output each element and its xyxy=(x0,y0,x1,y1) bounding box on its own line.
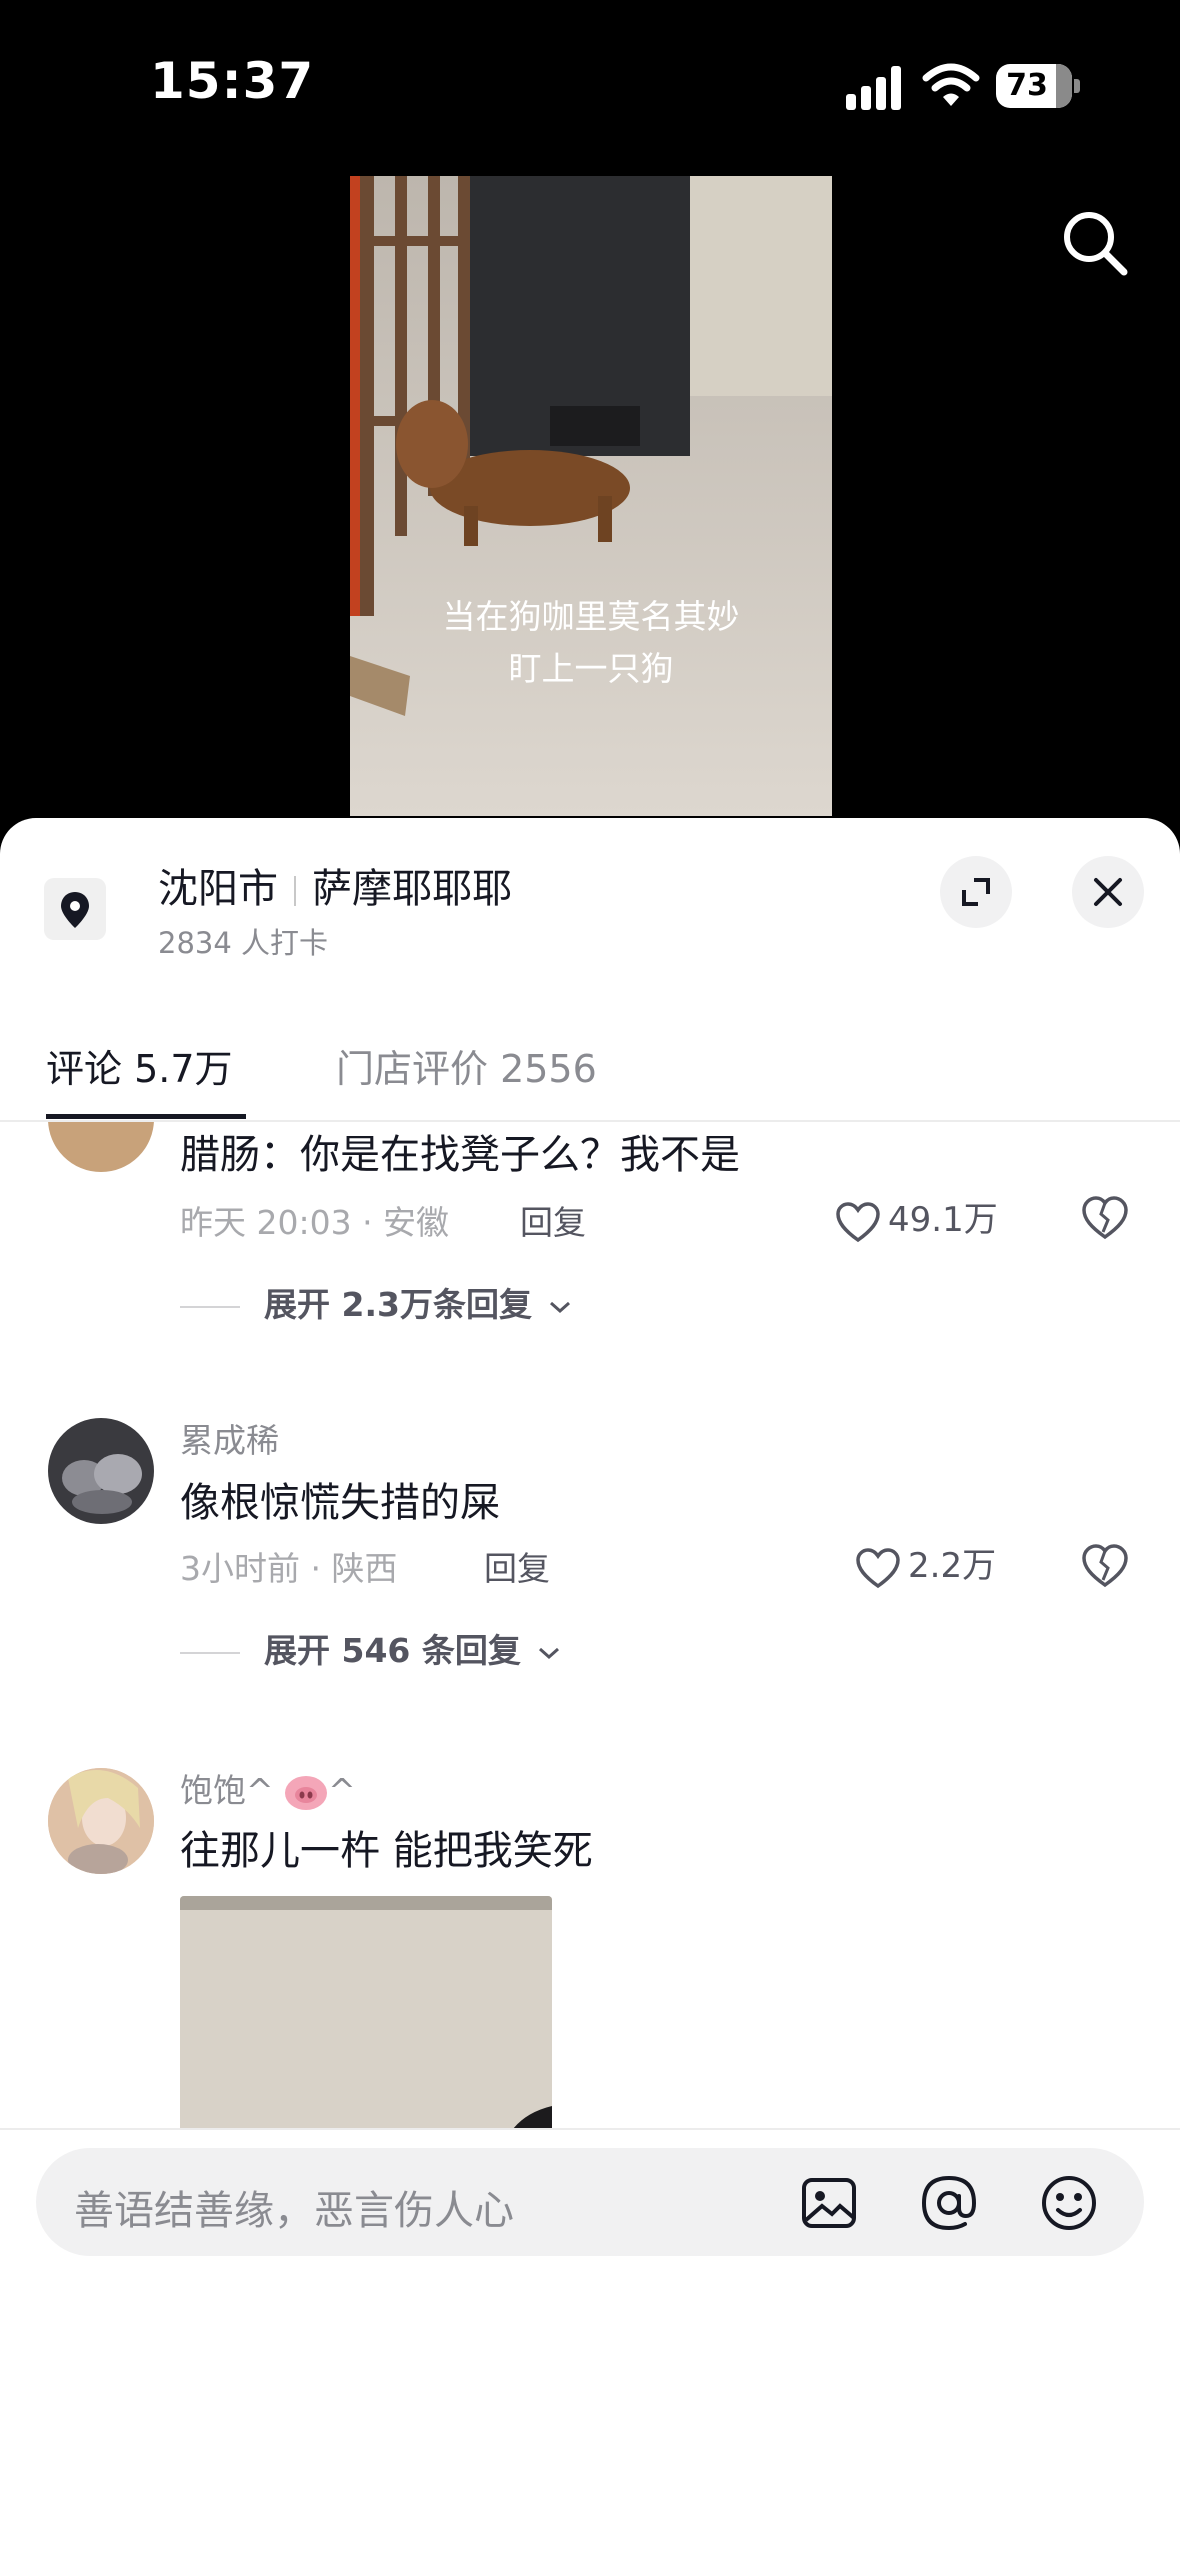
pig-emoji-icon xyxy=(284,1775,328,1811)
close-icon xyxy=(1094,878,1122,906)
video-caption-line1: 当在狗咖里莫名其妙 xyxy=(443,598,740,635)
avatar[interactable] xyxy=(48,1418,154,1524)
comment-author[interactable]: 饱饱^ ^ xyxy=(180,1764,356,1812)
comment-text: 像根惊慌失措的屎 xyxy=(180,1480,500,1526)
like-count: 2.2万 xyxy=(908,1546,997,1586)
search-icon[interactable] xyxy=(1060,208,1130,278)
tab-comments[interactable]: 评论 5.7万 xyxy=(46,1038,233,1093)
emoji-icon[interactable] xyxy=(1038,2172,1100,2234)
like-button[interactable]: 49.1万 xyxy=(834,1192,998,1244)
author-name: 饱饱^ xyxy=(180,1771,274,1810)
comment-input-bar: 善语结善缘，恶言伤人心 xyxy=(0,2128,1180,2556)
reply-button[interactable]: 回复 xyxy=(520,1196,586,1244)
status-time: 15:37 xyxy=(150,52,315,110)
location-city: 沈阳市 xyxy=(158,866,278,912)
tab-store-reviews[interactable]: 门店评价 2556 xyxy=(336,1038,597,1093)
expand-icon xyxy=(962,878,990,906)
like-count: 49.1万 xyxy=(888,1200,998,1240)
expand-replies-label: 展开 546 条回复 xyxy=(264,1631,521,1670)
battery-icon: 73 xyxy=(996,64,1080,108)
comment-input[interactable]: 善语结善缘，恶言伤人心 xyxy=(36,2148,1144,2256)
comment-author[interactable]: 累成稀 xyxy=(180,1414,279,1462)
at-icon[interactable] xyxy=(918,2172,980,2234)
close-button[interactable] xyxy=(1072,856,1144,928)
battery-level: 73 xyxy=(1006,68,1048,103)
comment-image[interactable] xyxy=(180,1896,552,2128)
location-pin-icon xyxy=(44,878,106,940)
expand-replies[interactable]: 展开 2.3万条回复 xyxy=(180,1278,573,1326)
signal-icon xyxy=(846,66,901,110)
active-tab-indicator xyxy=(46,1114,246,1119)
video-player[interactable]: 当在狗咖里莫名其妙 盯上一只狗 xyxy=(350,176,832,816)
comment-meta: 昨天 20:03 · 安徽 xyxy=(180,1203,450,1242)
comment-meta: 3小时前 · 陕西 xyxy=(180,1549,398,1588)
video-caption-line2: 盯上一只狗 xyxy=(509,650,674,687)
avatar[interactable] xyxy=(48,1768,154,1874)
comment-text: 往那儿一杵 能把我笑死 xyxy=(180,1828,593,1874)
like-button[interactable]: 2.2万 xyxy=(854,1538,996,1590)
wifi-icon xyxy=(922,63,980,106)
expand-replies[interactable]: 展开 546 条回复 xyxy=(180,1624,562,1672)
broken-heart-icon[interactable] xyxy=(1080,1194,1130,1242)
heart-icon xyxy=(856,1547,900,1588)
location-title[interactable]: 沈阳市 萨摩耶耶耶 xyxy=(158,856,512,914)
expand-replies-label: 展开 2.3万条回复 xyxy=(264,1285,532,1324)
image-icon[interactable] xyxy=(798,2172,860,2234)
avatar[interactable] xyxy=(48,1122,154,1172)
location-store: 萨摩耶耶耶 xyxy=(312,866,512,912)
reply-button[interactable]: 回复 xyxy=(484,1542,550,1590)
checkin-count: 2834 人打卡 xyxy=(158,926,329,960)
comment-text: 腊肠：你是在找凳子么？我不是 xyxy=(180,1132,740,1178)
author-name-suffix: ^ xyxy=(328,1771,356,1810)
expand-button[interactable] xyxy=(940,856,1012,928)
comment-sheet: 沈阳市 萨摩耶耶耶 2834 人打卡 评论 5.7万 门店评价 2556 腊肠：你… xyxy=(0,818,1180,2556)
comment-list[interactable]: 腊肠：你是在找凳子么？我不是 昨天 20:03 · 安徽 回复 49.1万 展开… xyxy=(0,1122,1180,2128)
chevron-down-icon xyxy=(539,1647,560,1659)
chevron-down-icon xyxy=(550,1301,571,1313)
tab-bar: 评论 5.7万 门店评价 2556 xyxy=(0,1018,1180,1122)
heart-icon xyxy=(836,1201,880,1242)
broken-heart-icon[interactable] xyxy=(1080,1542,1130,1590)
comment-input-placeholder: 善语结善缘，恶言伤人心 xyxy=(74,2188,514,2234)
status-bar: 15:37 73 xyxy=(0,0,1180,170)
video-frame: 当在狗咖里莫名其妙 盯上一只狗 xyxy=(350,176,832,816)
